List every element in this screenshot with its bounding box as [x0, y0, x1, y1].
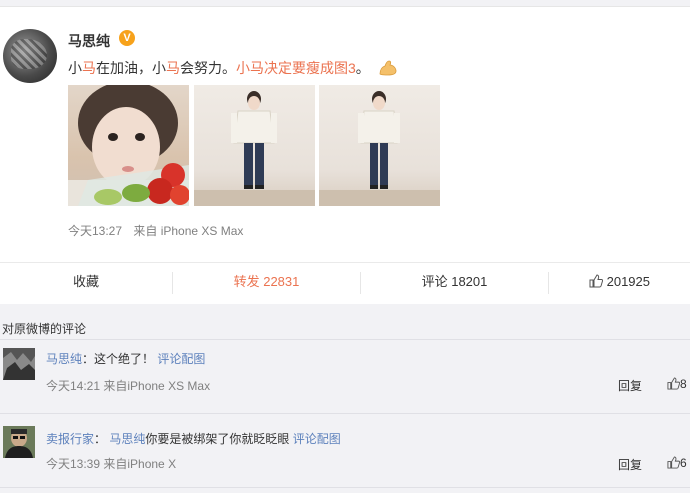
- comment-text: 马思纯：这个绝了！ 评论配图: [46, 350, 205, 367]
- comment-divider: [0, 487, 690, 488]
- post-meta: 今天13:27 来自 iPhone XS Max: [68, 222, 243, 239]
- comment-image-link[interactable]: 评论配图: [293, 432, 341, 446]
- post-text-segment: 在加油，小: [96, 60, 166, 76]
- post-action-bar: 收藏 转发 22831 评论 18201 201925: [0, 262, 690, 300]
- user-avatar[interactable]: [3, 29, 57, 83]
- post-photo-3[interactable]: [319, 85, 440, 206]
- comment-button[interactable]: 评论 18201: [361, 263, 548, 301]
- thumbs-up-icon: [667, 377, 681, 390]
- comment-separator: ：: [82, 352, 95, 366]
- post-text-segment: 。: [355, 60, 370, 76]
- flexed-biceps-icon: [379, 60, 397, 76]
- weibo-post-card: 马思纯 V 小马在加油，小马会努力。小马决定要瘦成图3。 今天13:27 来自 …: [0, 6, 690, 304]
- comment-meta: 今天13:39 来自iPhone X: [46, 457, 177, 471]
- reply-button[interactable]: 回复: [618, 377, 642, 394]
- post-text-highlight: 马: [166, 60, 180, 76]
- comments-divider: [0, 339, 690, 340]
- post-source: 来自 iPhone XS Max: [133, 224, 244, 238]
- post-time[interactable]: 今天13:27: [68, 224, 122, 238]
- comment-body: 你要是被绑架了你就眨眨眼: [145, 432, 290, 446]
- comment-mention[interactable]: 马思纯: [109, 432, 145, 446]
- thumbs-up-icon: [589, 274, 604, 288]
- post-text: 小马在加油，小马会努力。小马决定要瘦成图3。: [68, 57, 398, 78]
- post-text-segment: 小: [68, 60, 82, 76]
- comment-text: 卖报行家： 马思纯你要是被绑架了你就眨眨眼 评论配图: [46, 430, 341, 447]
- post-photo-1[interactable]: [68, 85, 189, 206]
- post-photo-2[interactable]: [194, 85, 315, 206]
- comment-image-link[interactable]: 评论配图: [157, 352, 205, 366]
- post-text-segment: 会努力。: [180, 60, 236, 76]
- comment-body: 这个绝了！: [94, 352, 155, 366]
- post-text-highlight: 马: [82, 60, 96, 76]
- post-text-highlight: 小马决定要瘦成图3: [236, 60, 356, 76]
- reply-button[interactable]: 回复: [618, 456, 642, 473]
- comment-divider: [0, 413, 690, 414]
- comment-username[interactable]: 马思纯: [46, 352, 82, 366]
- like-count: 201925: [606, 274, 650, 289]
- repost-button[interactable]: 转发 22831: [173, 263, 360, 301]
- thumbs-up-icon: [667, 456, 681, 469]
- comment-like-button[interactable]: 6: [667, 456, 687, 470]
- collect-button[interactable]: 收藏: [0, 263, 172, 301]
- comment-avatar[interactable]: [3, 426, 35, 458]
- comment-like-count: 6: [680, 456, 687, 470]
- comment-separator: ：: [94, 432, 107, 446]
- comment-avatar[interactable]: [3, 348, 35, 380]
- comment-username[interactable]: 卖报行家: [46, 432, 94, 446]
- verified-badge-icon: V: [119, 30, 135, 46]
- comment-like-button[interactable]: 8: [667, 377, 687, 391]
- like-button[interactable]: 201925: [549, 263, 690, 301]
- post-username[interactable]: 马思纯: [68, 31, 110, 51]
- comment-meta: 今天14:21 来自iPhone XS Max: [46, 379, 211, 393]
- comment-like-count: 8: [680, 377, 687, 391]
- comments-header: 对原微博的评论: [2, 322, 87, 336]
